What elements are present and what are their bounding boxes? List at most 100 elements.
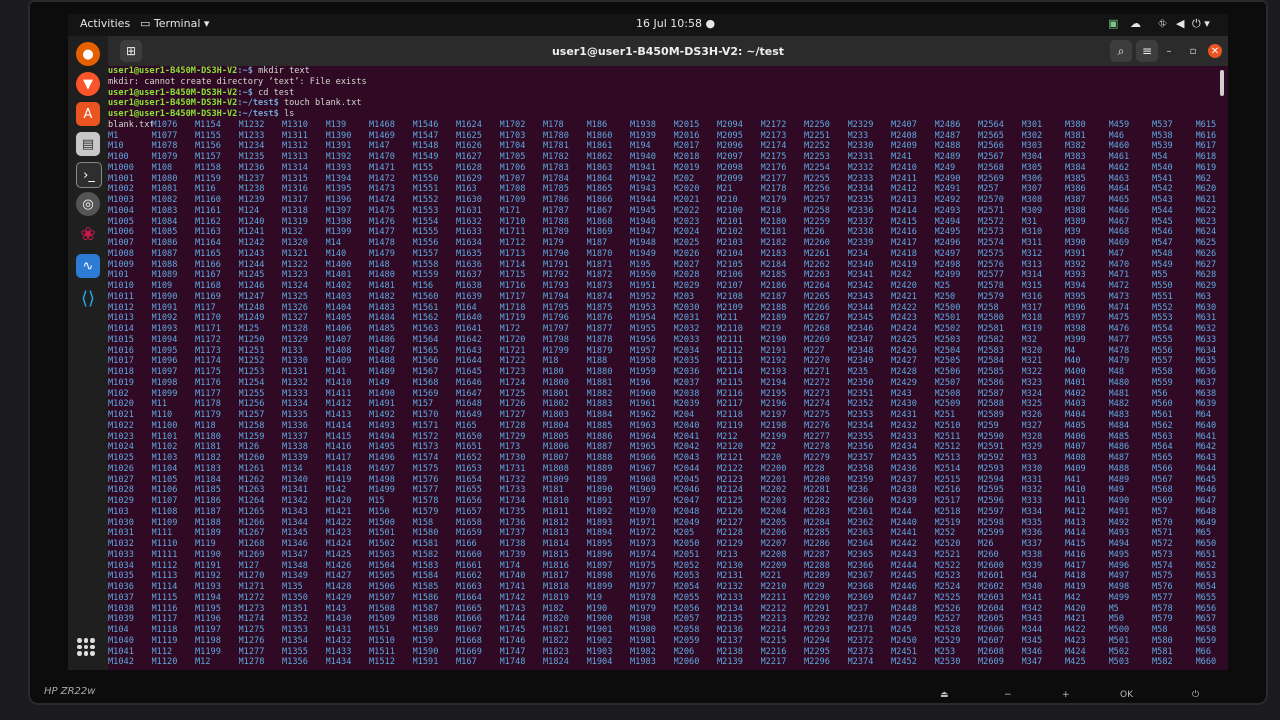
ls-entry: M1024 [108,442,134,453]
ls-entry: M1951 [630,281,656,291]
ls-entry: M418 [1065,571,1086,582]
ls-entry: M1497 [369,463,395,474]
ls-entry: M2172 [760,119,787,130]
ls-entry: M1468 [369,119,395,130]
ls-entry: M1315 [282,173,308,184]
terminal-output[interactable]: user1@user1-B450M-DS3H-V2:~$ mkdir text m… [108,66,1218,670]
command-text: ls [283,109,295,119]
raspberry-pi-imager-icon[interactable]: ❀ [76,222,100,246]
ls-entry: M395 [1065,291,1086,302]
activities-button[interactable]: Activities [80,17,130,30]
firefox-icon[interactable]: ● [76,42,100,66]
files-icon[interactable]: ▤ [76,132,100,156]
minimize-icon[interactable]: – [1162,44,1176,58]
vscode-icon[interactable]: ⟨⟩ [76,286,100,310]
cloud-icon[interactable]: ☁ [1130,17,1141,30]
ls-entry: M380 [1065,119,1086,130]
ls-entry: M142 [325,485,347,496]
ls-entry: M2353 [847,410,874,420]
ls-entry: M1821 [543,625,569,635]
software-center-icon[interactable]: A [76,102,100,126]
disks-icon[interactable]: ◎ [76,192,100,216]
ls-entry: M2121 [717,453,743,463]
ls-entry: M2374 [847,657,874,668]
monitor-ok-button[interactable]: OK [1120,690,1133,700]
ls-entry: M1019 [108,377,134,388]
ls-entry: M2037 [673,377,700,388]
power-menu-icon[interactable]: ⏻ ▾ [1192,17,1210,31]
ls-entry: M1816 [543,560,569,571]
show-apps-icon[interactable] [77,638,95,656]
ls-entry: M2590 [978,431,1004,442]
system-monitor-icon[interactable]: ∿ [76,254,100,278]
ls-entry: M1886 [586,431,613,442]
ls-entry: M2202 [760,485,787,496]
ls-entry: M1256 [238,399,265,410]
ls-entry: M2124 [717,485,743,496]
hamburger-menu-icon[interactable]: ≡ [1136,40,1158,62]
ls-entry: M126 [238,442,260,453]
app-menu[interactable]: ▭ Terminal ▾ [140,17,209,30]
ls-entry: M616 [1195,130,1217,141]
updates-icon[interactable]: ▣ [1108,17,1118,30]
ls-entry: M559 [1152,377,1173,388]
ls-entry: M2186 [760,281,787,291]
ls-entry: M574 [1152,560,1173,571]
ls-entry: M1402 [325,281,352,291]
ls-entry: M1897 [586,560,613,571]
ls-entry: M1042 [108,657,134,668]
terminal-icon[interactable]: ›_ [76,162,102,188]
monitor-minus-button[interactable]: − [1004,690,1012,700]
ls-entry: M1332 [282,377,308,388]
ls-entry: M257 [978,184,999,195]
ls-entry: M1785 [543,184,569,195]
ls-entry: M327 [1021,420,1043,431]
network-icon[interactable]: ⛗ [1158,17,1167,31]
ls-entry: M1079 [151,152,178,162]
ls-entry: M54 [1152,152,1168,162]
monitor-plus-button[interactable]: + [1062,690,1070,700]
search-icon[interactable]: ⌕ [1110,40,1132,62]
ls-entry: M1737 [499,528,526,539]
ls-entry: M2578 [978,281,1004,291]
ls-entry: M652 [1195,560,1217,571]
ls-entry: M633 [1195,334,1217,345]
ls-entry: M2352 [847,399,874,410]
ls-entry: M1876 [586,313,613,324]
ls-entry: M2434 [891,442,917,453]
ls-entry: M2102 [717,227,743,238]
ls-entry: M2048 [673,506,700,517]
ls-entry: M1089 [151,270,178,281]
ls-entry: M1555 [412,227,439,238]
ls-entry: M630 [1195,302,1217,313]
ls-entry: M1040 [108,635,134,646]
clock[interactable]: 16 Jul 10:58 ● [636,17,715,30]
ls-entry: M2493 [934,205,961,216]
ls-entry: M1017 [108,356,134,367]
ls-entry: M1433 [325,646,352,657]
ls-entry: M1114 [151,582,178,592]
close-icon[interactable]: ✕ [1208,44,1222,58]
ls-entry: M331 [1021,474,1043,485]
ls-entry: M1625 [456,130,482,141]
volume-icon[interactable]: ◀ [1176,17,1184,30]
monitor-input-icon[interactable]: ⏏ [940,690,949,700]
ls-entry: M1010 [108,281,134,291]
scrollbar[interactable] [1220,70,1224,96]
ls-entry: M2294 [804,635,830,646]
chevron-down-icon: ▾ [200,17,210,30]
ls-entry: M621 [1195,195,1217,205]
ls-entry: M228 [804,463,825,474]
ls-entry: M1798 [543,334,569,345]
ls-entry: M1488 [369,356,395,367]
brave-icon[interactable]: ▼ [76,72,100,96]
ls-entry: M1168 [195,281,221,291]
ls-entry: M561 [1152,410,1173,420]
monitor-power-icon[interactable]: ⏻ [1192,690,1199,700]
ls-entry: M480 [1108,377,1130,388]
ls-entry: M1080 [151,173,178,184]
ls-entry: M1116 [151,603,178,614]
ls-entry: M1744 [499,614,526,625]
ls-entry: M1316 [282,184,308,195]
maximize-icon[interactable]: ▫ [1186,44,1200,58]
